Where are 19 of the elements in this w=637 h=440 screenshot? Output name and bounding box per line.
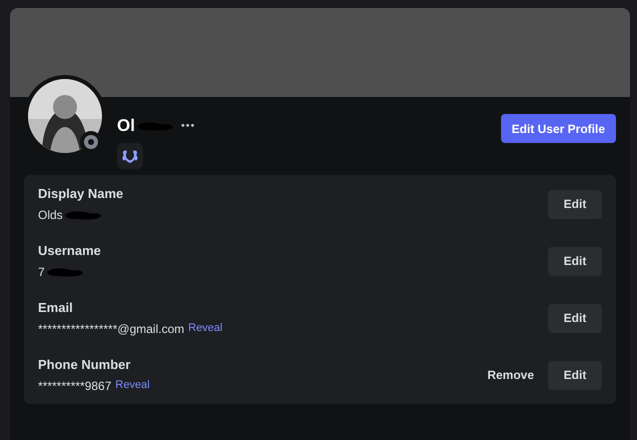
field-value: **********9867 (38, 378, 112, 394)
field-label: Display Name (38, 186, 124, 202)
reveal-link[interactable]: Reveal (188, 320, 222, 337)
edit-button[interactable]: Edit (548, 190, 602, 218)
badge[interactable] (117, 142, 143, 168)
reveal-link[interactable]: Reveal (115, 377, 150, 394)
field-value: Olds (38, 206, 63, 222)
field-label: Username (38, 242, 101, 258)
edit-button[interactable]: Edit (548, 304, 602, 332)
edit-button[interactable]: Edit (548, 246, 602, 276)
field-value: *****************@gmail.com (38, 320, 184, 336)
field-label: Phone Number (38, 356, 132, 372)
field-value: 7 (38, 264, 45, 280)
edit-profile-button[interactable]: Edit User Profile (500, 114, 616, 143)
more-button[interactable]: ••• (180, 118, 196, 134)
edit-button[interactable]: Edit (548, 360, 602, 390)
profile-name: Ol (117, 115, 135, 137)
field-label: Email (38, 300, 74, 316)
remove-button[interactable]: Remove (487, 366, 534, 384)
